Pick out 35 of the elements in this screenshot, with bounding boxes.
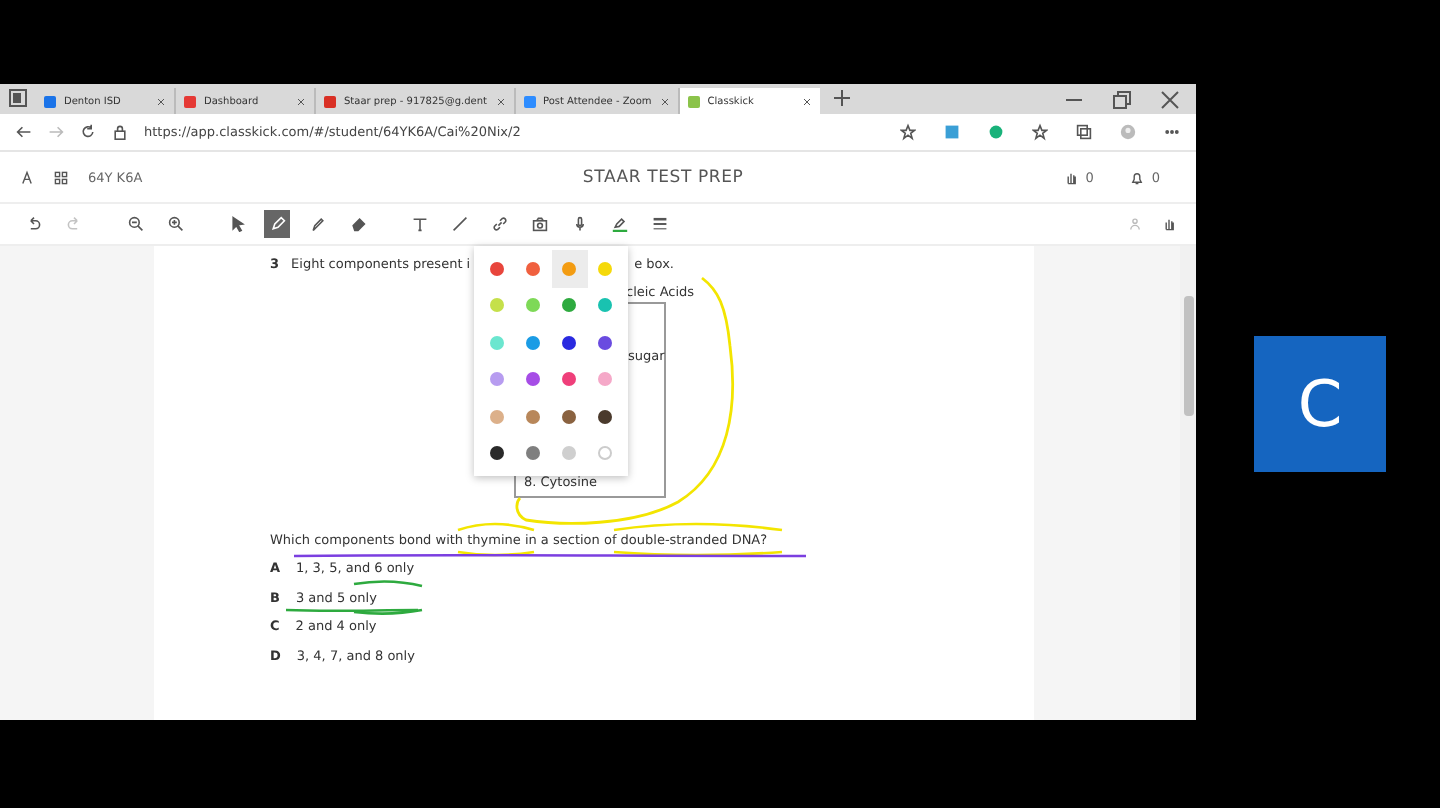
camera-icon xyxy=(531,216,547,232)
eraser-icon xyxy=(349,216,365,232)
participant-tile: C xyxy=(1254,336,1386,472)
zoom-out-icon xyxy=(127,216,143,232)
maximize-icon[interactable] xyxy=(1112,89,1132,109)
line-weight-icon xyxy=(651,216,667,232)
grid-icon[interactable] xyxy=(54,167,68,187)
new-tab-icon[interactable] xyxy=(831,88,852,108)
pen-button[interactable] xyxy=(264,210,290,238)
tabs-icon[interactable] xyxy=(1076,122,1092,142)
pen-color-icon xyxy=(611,216,627,232)
microphone-icon xyxy=(571,216,587,232)
scrollbar[interactable] xyxy=(1180,246,1196,720)
letter-icon[interactable] xyxy=(20,167,34,187)
redo-icon xyxy=(65,216,81,232)
reload-icon[interactable] xyxy=(80,122,96,142)
undo-icon xyxy=(25,216,41,232)
pen-icon xyxy=(269,216,285,232)
highlighter-icon xyxy=(309,216,325,232)
link-icon xyxy=(491,216,507,232)
assignment-title: STAAR TEST PREP xyxy=(582,167,744,187)
tab-actions-icon[interactable] xyxy=(8,88,28,108)
extension-icon[interactable] xyxy=(988,122,1004,142)
extension-icon[interactable] xyxy=(944,122,960,142)
zoom-in-icon xyxy=(167,216,183,232)
text-icon xyxy=(411,216,427,232)
close-icon[interactable] xyxy=(1160,89,1180,109)
favorite-star-icon[interactable] xyxy=(900,122,916,142)
bell-icon[interactable] xyxy=(1129,167,1144,187)
back-icon[interactable] xyxy=(16,122,32,142)
color-swatch[interactable] xyxy=(551,250,588,287)
line-icon xyxy=(451,216,467,232)
pointer-icon xyxy=(229,216,245,232)
lock-icon[interactable] xyxy=(112,122,128,142)
scrollbar-thumb[interactable] xyxy=(1183,296,1193,416)
